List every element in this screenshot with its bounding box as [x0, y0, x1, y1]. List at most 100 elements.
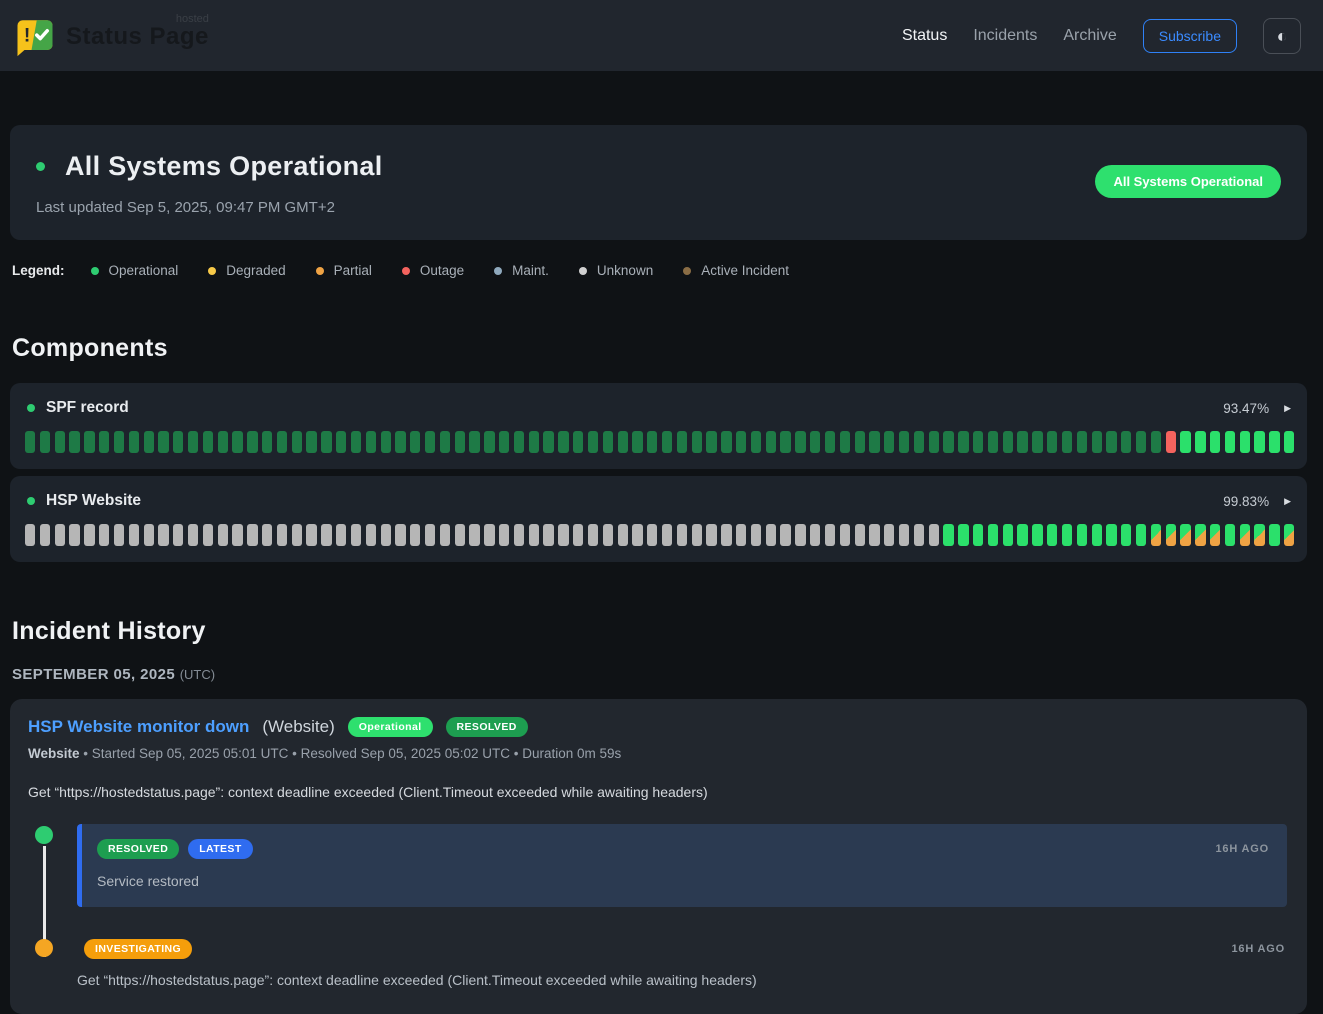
uptime-bar-unknown_bar[interactable] — [529, 524, 539, 546]
uptime-bar-operational_bright[interactable] — [1269, 431, 1279, 453]
uptime-bar-unknown_bar[interactable] — [588, 524, 598, 546]
uptime-bar-operational_past[interactable] — [262, 431, 272, 453]
uptime-bar-operational_past[interactable] — [69, 431, 79, 453]
uptime-bar-operational_bright[interactable] — [943, 524, 953, 546]
uptime-bar-operational_past[interactable] — [529, 431, 539, 453]
uptime-bar-unknown_bar[interactable] — [144, 524, 154, 546]
nav-link-incidents[interactable]: Incidents — [973, 27, 1037, 45]
uptime-bar-operational_bright[interactable] — [1225, 524, 1235, 546]
uptime-bar-unknown_bar[interactable] — [543, 524, 553, 546]
uptime-bar-unknown_bar[interactable] — [40, 524, 50, 546]
uptime-bar-operational_bright[interactable] — [1225, 431, 1235, 453]
uptime-bar-unknown_bar[interactable] — [351, 524, 361, 546]
uptime-bar-operational_past[interactable] — [1151, 431, 1161, 453]
uptime-bar-operational_past[interactable] — [884, 431, 894, 453]
uptime-bar-operational_past[interactable] — [558, 431, 568, 453]
uptime-bar-unknown_bar[interactable] — [573, 524, 583, 546]
incident-title-link[interactable]: HSP Website monitor down — [28, 717, 249, 737]
uptime-bar-operational_bright[interactable] — [1284, 431, 1294, 453]
uptime-bar-unknown_bar[interactable] — [277, 524, 287, 546]
uptime-bar-unknown_bar[interactable] — [247, 524, 257, 546]
uptime-bar-unknown_bar[interactable] — [25, 524, 35, 546]
uptime-bar-unknown_bar[interactable] — [321, 524, 331, 546]
uptime-bar-operational_past[interactable] — [1017, 431, 1027, 453]
uptime-bar-unknown_bar[interactable] — [129, 524, 139, 546]
uptime-bar-operational_past[interactable] — [425, 431, 435, 453]
uptime-bar-operational_past[interactable] — [395, 431, 405, 453]
uptime-bar-unknown_bar[interactable] — [884, 524, 894, 546]
uptime-bar-operational_bright[interactable] — [1003, 524, 1013, 546]
uptime-bar-mixed_degraded[interactable] — [1195, 524, 1205, 546]
uptime-bar-unknown_bar[interactable] — [469, 524, 479, 546]
uptime-bar-operational_past[interactable] — [1092, 431, 1102, 453]
uptime-bar-operational_past[interactable] — [810, 431, 820, 453]
uptime-bar-mixed_degraded[interactable] — [1240, 524, 1250, 546]
uptime-bar-unknown_bar[interactable] — [410, 524, 420, 546]
uptime-bar-mixed_degraded[interactable] — [1151, 524, 1161, 546]
uptime-bar-operational_bright[interactable] — [1136, 524, 1146, 546]
uptime-bar-operational_past[interactable] — [114, 431, 124, 453]
uptime-bar-operational_past[interactable] — [825, 431, 835, 453]
uptime-bar-unknown_bar[interactable] — [795, 524, 805, 546]
uptime-bar-operational_past[interactable] — [795, 431, 805, 453]
nav-link-status[interactable]: Status — [902, 27, 947, 45]
uptime-bar-unknown_bar[interactable] — [736, 524, 746, 546]
expand-chevron-icon[interactable]: ▶ — [1284, 403, 1291, 414]
uptime-bar-operational_bright[interactable] — [1077, 524, 1087, 546]
uptime-bar-operational_past[interactable] — [1106, 431, 1116, 453]
uptime-bar-operational_bright[interactable] — [1032, 524, 1042, 546]
uptime-bar-operational_past[interactable] — [381, 431, 391, 453]
uptime-bar-operational_past[interactable] — [721, 431, 731, 453]
uptime-bar-operational_bright[interactable] — [1269, 524, 1279, 546]
uptime-bar-unknown_bar[interactable] — [618, 524, 628, 546]
uptime-bar-operational_past[interactable] — [692, 431, 702, 453]
uptime-bar-unknown_bar[interactable] — [455, 524, 465, 546]
uptime-bar-unknown_bar[interactable] — [381, 524, 391, 546]
uptime-bar-unknown_bar[interactable] — [440, 524, 450, 546]
uptime-bar-mixed_degraded[interactable] — [1210, 524, 1220, 546]
uptime-bar-operational_past[interactable] — [914, 431, 924, 453]
uptime-bar-operational_past[interactable] — [351, 431, 361, 453]
uptime-bar-unknown_bar[interactable] — [706, 524, 716, 546]
uptime-bar-unknown_bar[interactable] — [336, 524, 346, 546]
uptime-bar-unknown_bar[interactable] — [721, 524, 731, 546]
uptime-bar-operational_past[interactable] — [662, 431, 672, 453]
uptime-bar-unknown_bar[interactable] — [292, 524, 302, 546]
uptime-bar-operational_past[interactable] — [943, 431, 953, 453]
uptime-bar-operational_past[interactable] — [677, 431, 687, 453]
uptime-bar-unknown_bar[interactable] — [677, 524, 687, 546]
uptime-bar-operational_bright[interactable] — [1106, 524, 1116, 546]
uptime-bar-unknown_bar[interactable] — [647, 524, 657, 546]
uptime-bar-operational_past[interactable] — [247, 431, 257, 453]
uptime-bar-operational_past[interactable] — [1121, 431, 1131, 453]
uptime-bar-unknown_bar[interactable] — [558, 524, 568, 546]
uptime-bar-operational_bright[interactable] — [1047, 524, 1057, 546]
uptime-bar-operational_past[interactable] — [1077, 431, 1087, 453]
uptime-bar-operational_bright[interactable] — [1180, 431, 1190, 453]
uptime-bar-operational_past[interactable] — [751, 431, 761, 453]
uptime-bar-operational_past[interactable] — [1062, 431, 1072, 453]
uptime-bar-operational_past[interactable] — [603, 431, 613, 453]
uptime-bar-unknown_bar[interactable] — [514, 524, 524, 546]
uptime-bar-operational_past[interactable] — [455, 431, 465, 453]
uptime-bar-operational_past[interactable] — [158, 431, 168, 453]
uptime-bar-operational_past[interactable] — [958, 431, 968, 453]
uptime-bar-operational_past[interactable] — [855, 431, 865, 453]
uptime-bar-operational_past[interactable] — [232, 431, 242, 453]
uptime-bar-operational_past[interactable] — [440, 431, 450, 453]
uptime-bar-operational_bright[interactable] — [988, 524, 998, 546]
uptime-bar-unknown_bar[interactable] — [84, 524, 94, 546]
uptime-bar-operational_past[interactable] — [973, 431, 983, 453]
uptime-bar-unknown_bar[interactable] — [766, 524, 776, 546]
uptime-bar-unknown_bar[interactable] — [114, 524, 124, 546]
uptime-bar-operational_past[interactable] — [218, 431, 228, 453]
uptime-bar-operational_past[interactable] — [647, 431, 657, 453]
uptime-bar-operational_past[interactable] — [780, 431, 790, 453]
uptime-bar-unknown_bar[interactable] — [825, 524, 835, 546]
uptime-bar-operational_past[interactable] — [766, 431, 776, 453]
uptime-bar-unknown_bar[interactable] — [425, 524, 435, 546]
uptime-bar-operational_past[interactable] — [573, 431, 583, 453]
uptime-bar-unknown_bar[interactable] — [306, 524, 316, 546]
nav-link-archive[interactable]: Archive — [1063, 27, 1116, 45]
uptime-bar-operational_past[interactable] — [84, 431, 94, 453]
